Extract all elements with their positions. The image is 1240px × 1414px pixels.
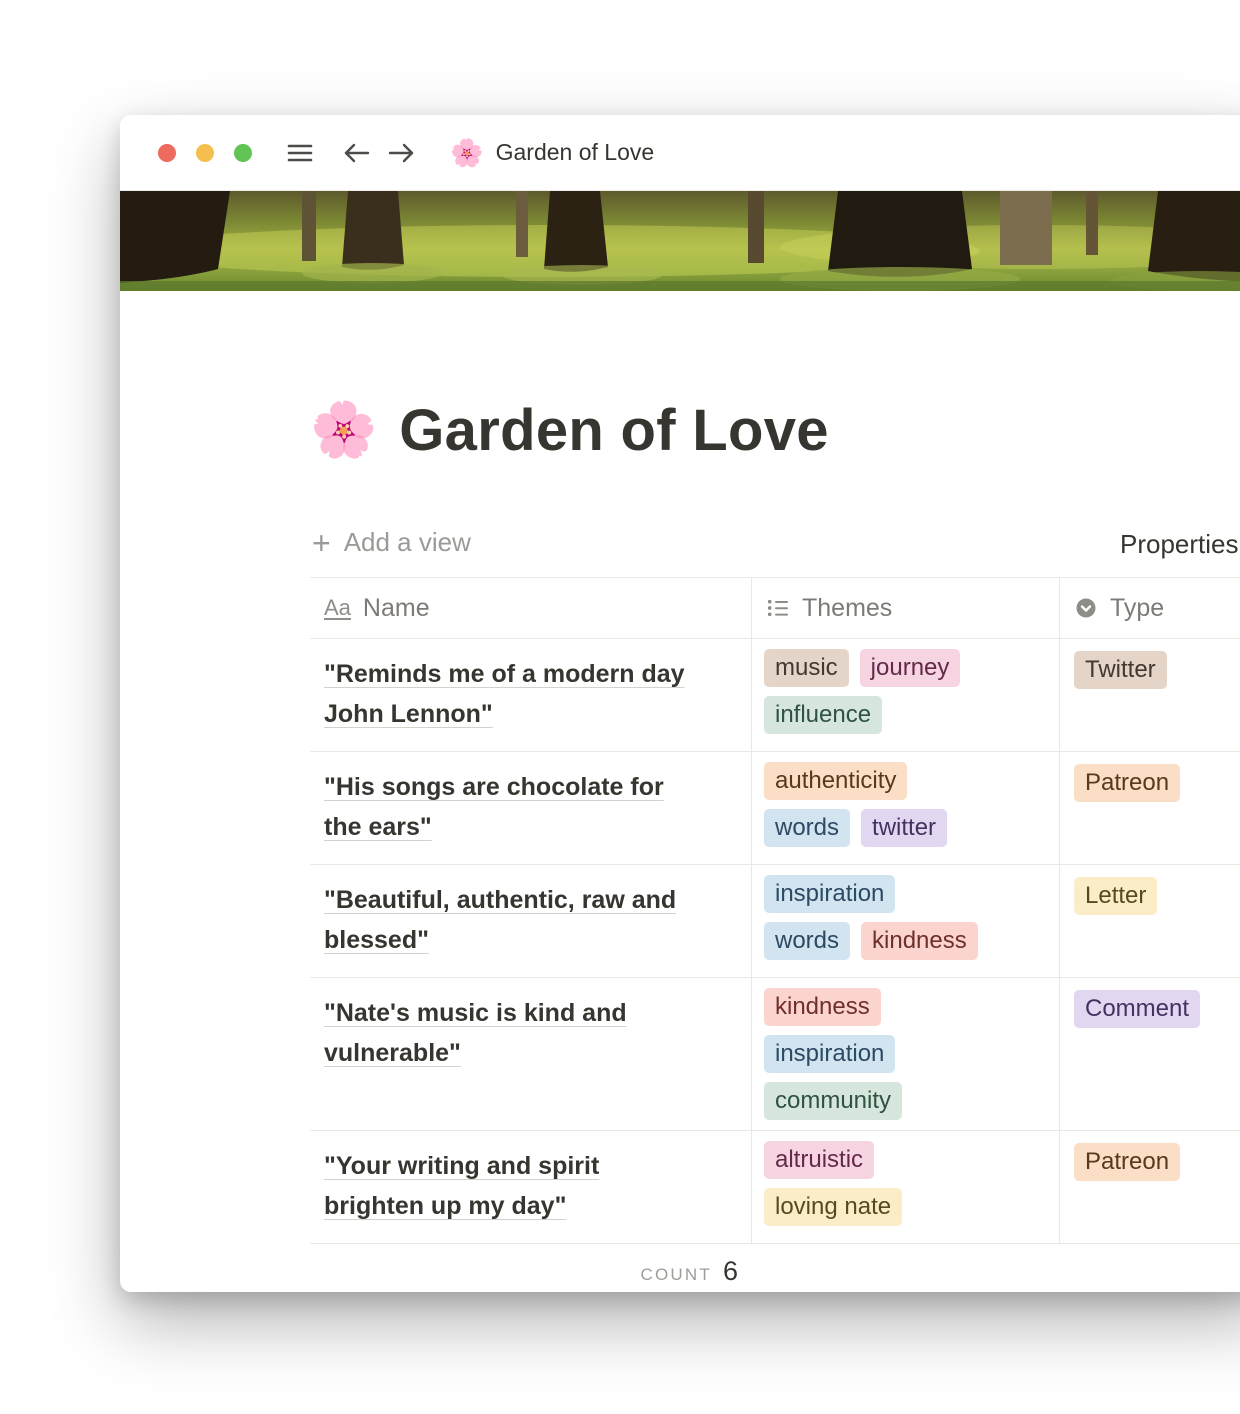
list-icon bbox=[766, 596, 790, 620]
table-row[interactable]: "Reminds me of a modern day John Lennon"… bbox=[310, 639, 1240, 752]
tag-loving-nate[interactable]: loving nate bbox=[764, 1188, 902, 1226]
table-body: "Reminds me of a modern day John Lennon"… bbox=[310, 639, 1240, 1244]
table-row[interactable]: "Beautiful, authentic, raw and blessed" … bbox=[310, 865, 1240, 978]
row-name-link[interactable]: "Nate's music is kind and vulnerable" bbox=[324, 999, 627, 1067]
table-footer: COUNT 6 bbox=[310, 1244, 1240, 1292]
tag-twitter[interactable]: twitter bbox=[861, 809, 947, 847]
column-label-type: Type bbox=[1110, 594, 1164, 623]
database-table: Aa Name Themes Type "Remin bbox=[310, 577, 1240, 1292]
tag-words[interactable]: words bbox=[764, 809, 850, 847]
row-themes-cell[interactable]: inspiration words kindness bbox=[752, 865, 1060, 977]
forest-cover-illustration bbox=[120, 191, 1240, 291]
row-name-link[interactable]: "Your writing and spirit brighten up my … bbox=[324, 1152, 599, 1220]
table-header: Aa Name Themes Type bbox=[310, 577, 1240, 639]
column-header-type[interactable]: Type bbox=[1060, 578, 1240, 638]
tag-kindness[interactable]: kindness bbox=[764, 988, 881, 1026]
count-label: COUNT bbox=[641, 1265, 712, 1285]
row-name-cell[interactable]: "Beautiful, authentic, raw and blessed" bbox=[310, 865, 752, 977]
minimize-button[interactable] bbox=[196, 144, 214, 162]
page-title[interactable]: Garden of Love bbox=[399, 397, 829, 464]
row-type-cell[interactable]: Comment bbox=[1060, 978, 1240, 1130]
forward-arrow-icon[interactable] bbox=[384, 137, 418, 169]
text-icon: Aa bbox=[324, 595, 351, 621]
titlebar-title: Garden of Love bbox=[496, 139, 655, 166]
add-view-label: Add a view bbox=[344, 527, 471, 558]
row-themes-cell[interactable]: authenticity words twitter bbox=[752, 752, 1060, 864]
cover-image bbox=[120, 191, 1240, 291]
tag-Patreon[interactable]: Patreon bbox=[1074, 764, 1180, 802]
traffic-lights bbox=[158, 144, 252, 162]
tag-Twitter[interactable]: Twitter bbox=[1074, 651, 1167, 689]
tag-Patreon[interactable]: Patreon bbox=[1074, 1143, 1180, 1181]
tag-words[interactable]: words bbox=[764, 922, 850, 960]
row-name-cell[interactable]: "Reminds me of a modern day John Lennon" bbox=[310, 639, 752, 751]
select-icon bbox=[1074, 596, 1098, 620]
row-themes-cell[interactable]: altruistic loving nate bbox=[752, 1131, 1060, 1243]
table-row[interactable]: "His songs are chocolate for the ears" a… bbox=[310, 752, 1240, 865]
app-window: 🌸 Garden of Love bbox=[120, 115, 1240, 1292]
plus-icon: + bbox=[312, 530, 331, 556]
row-type-cell[interactable]: Twitter bbox=[1060, 639, 1240, 751]
row-name-cell[interactable]: "Nate's music is kind and vulnerable" bbox=[310, 978, 752, 1130]
row-themes-cell[interactable]: kindness inspiration community bbox=[752, 978, 1060, 1130]
tag-kindness[interactable]: kindness bbox=[861, 922, 978, 960]
column-label-themes: Themes bbox=[802, 594, 892, 623]
tag-Letter[interactable]: Letter bbox=[1074, 877, 1157, 915]
tag-journey[interactable]: journey bbox=[860, 649, 961, 687]
table-row[interactable]: "Your writing and spirit brighten up my … bbox=[310, 1131, 1240, 1244]
count-value: 6 bbox=[723, 1256, 738, 1287]
tag-community[interactable]: community bbox=[764, 1082, 902, 1120]
back-arrow-icon[interactable] bbox=[340, 137, 374, 169]
column-label-name: Name bbox=[363, 594, 430, 623]
count-calculation[interactable]: COUNT 6 bbox=[310, 1244, 752, 1292]
row-type-cell[interactable]: Letter bbox=[1060, 865, 1240, 977]
view-toolbar: + Add a view Properties bbox=[310, 523, 1240, 569]
column-header-themes[interactable]: Themes bbox=[752, 578, 1060, 638]
close-button[interactable] bbox=[158, 144, 176, 162]
tag-authenticity[interactable]: authenticity bbox=[764, 762, 907, 800]
tag-altruistic[interactable]: altruistic bbox=[764, 1141, 874, 1179]
tag-influence[interactable]: influence bbox=[764, 696, 882, 734]
tag-music[interactable]: music bbox=[764, 649, 849, 687]
add-view-button[interactable]: + Add a view bbox=[312, 527, 471, 558]
page-emoji-icon: 🌸 bbox=[450, 137, 484, 169]
tag-inspiration[interactable]: inspiration bbox=[764, 875, 895, 913]
row-name-link[interactable]: "His songs are chocolate for the ears" bbox=[324, 773, 664, 841]
zoom-button[interactable] bbox=[234, 144, 252, 162]
row-themes-cell[interactable]: music journey influence bbox=[752, 639, 1060, 751]
table-row[interactable]: "Nate's music is kind and vulnerable" ki… bbox=[310, 978, 1240, 1131]
page-icon[interactable]: 🌸 bbox=[310, 403, 377, 457]
row-name-link[interactable]: "Reminds me of a modern day John Lennon" bbox=[324, 660, 685, 728]
tag-Comment[interactable]: Comment bbox=[1074, 990, 1200, 1028]
page-content: 🌸 Garden of Love + Add a view Properties… bbox=[120, 395, 1240, 1292]
row-name-cell[interactable]: "Your writing and spirit brighten up my … bbox=[310, 1131, 752, 1243]
page-header: 🌸 Garden of Love bbox=[310, 395, 1240, 465]
titlebar: 🌸 Garden of Love bbox=[120, 115, 1240, 191]
properties-button[interactable]: Properties bbox=[1120, 529, 1239, 560]
row-type-cell[interactable]: Patreon bbox=[1060, 1131, 1240, 1243]
menu-icon[interactable] bbox=[284, 137, 316, 169]
tag-inspiration[interactable]: inspiration bbox=[764, 1035, 895, 1073]
row-name-cell[interactable]: "His songs are chocolate for the ears" bbox=[310, 752, 752, 864]
row-name-link[interactable]: "Beautiful, authentic, raw and blessed" bbox=[324, 886, 676, 954]
row-type-cell[interactable]: Patreon bbox=[1060, 752, 1240, 864]
column-header-name[interactable]: Aa Name bbox=[310, 578, 752, 638]
